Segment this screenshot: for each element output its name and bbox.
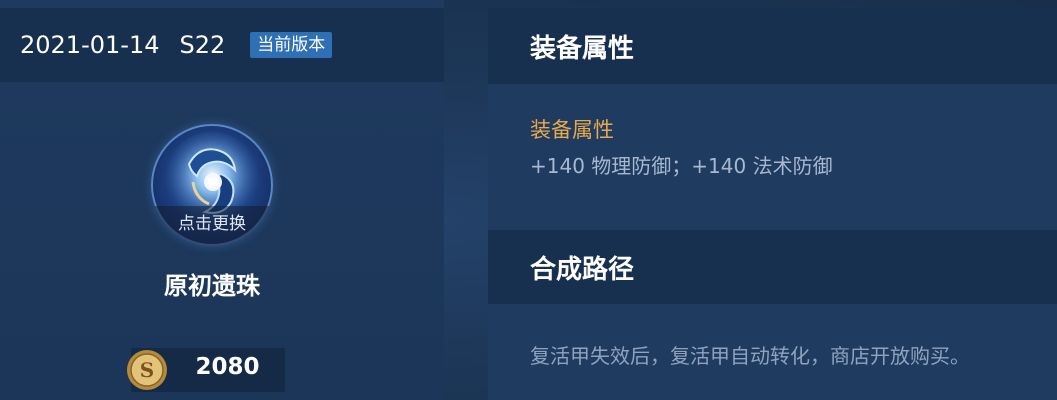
craft-path-body: 复活甲失效后，复活甲自动转化，商店开放购买。 <box>488 304 1057 400</box>
attributes-body: 装备属性 +140 物理防御；+140 法术防御 <box>488 84 1057 230</box>
details-panel: 装备属性 装备属性 +140 物理防御；+140 法术防御 合成路径 复活甲失效… <box>488 0 1057 400</box>
current-version-badge[interactable]: 当前版本 <box>250 32 333 58</box>
item-name: 原初遗珠 <box>164 272 260 300</box>
craft-path-title: 合成路径 <box>530 254 635 285</box>
version-season: S22 <box>179 31 226 59</box>
craft-path-header: 合成路径 <box>488 230 1057 304</box>
attributes-title: 装备属性 <box>530 33 635 64</box>
svg-text:S: S <box>140 358 154 382</box>
change-item-label: 点击更换 <box>151 206 273 246</box>
attributes-header: 装备属性 <box>488 8 1057 84</box>
gold-coin-icon: S <box>127 350 167 390</box>
item-price: 2080 <box>195 354 260 380</box>
item-icon-button[interactable]: 点击更换 <box>151 124 273 246</box>
version-bar: 2021-01-14 S22 当前版本 <box>0 8 444 82</box>
craft-path-text: 复活甲失效后，复活甲自动转化，商店开放购买。 <box>530 344 970 368</box>
attributes-subtitle: 装备属性 <box>530 118 614 142</box>
item-panel: 2021-01-14 S22 当前版本 点击更换 原初遗珠 S 2080 <box>0 0 444 400</box>
version-date: 2021-01-14 <box>20 31 160 59</box>
attributes-text: +140 物理防御；+140 法术防御 <box>530 154 833 178</box>
